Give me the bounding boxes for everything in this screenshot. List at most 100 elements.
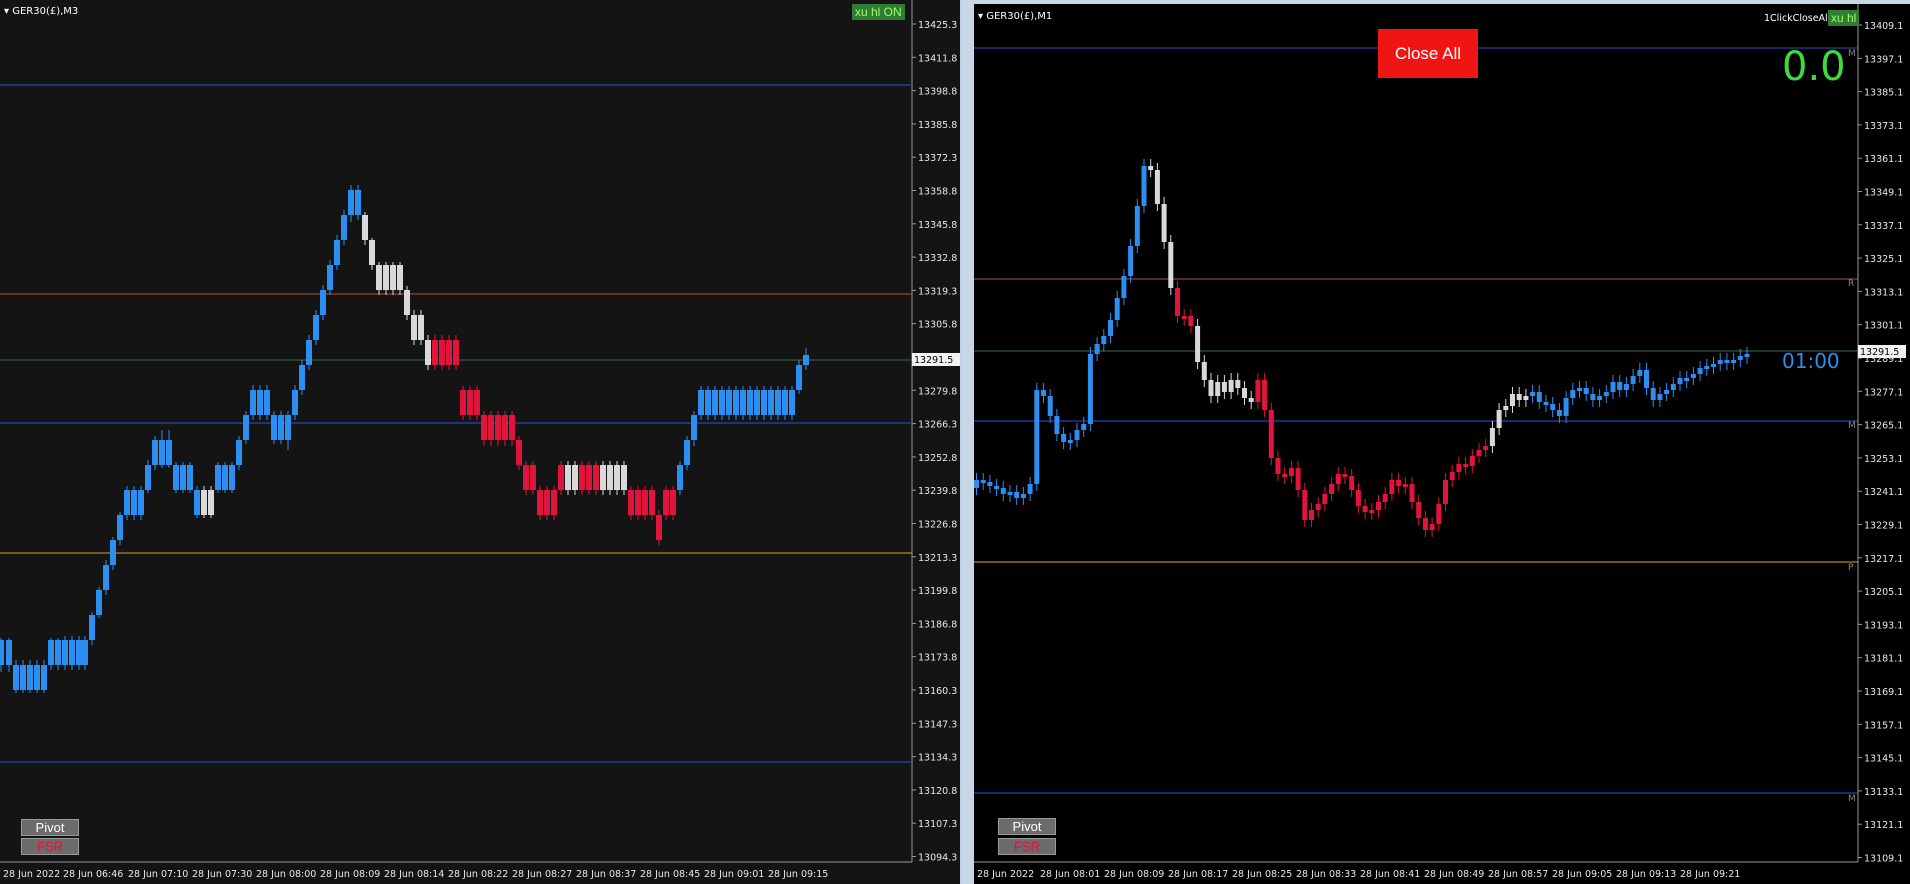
candle-bull: [1610, 382, 1616, 392]
y-tick-label: 13199.8: [918, 586, 957, 597]
candle-bull: [1690, 374, 1696, 378]
candle-bear: [663, 490, 669, 515]
candle-bear: [1275, 458, 1281, 474]
x-tick-label: 28 Jun 08:00: [256, 869, 316, 880]
candle-bull: [1020, 494, 1026, 498]
candle-bull: [292, 390, 298, 415]
candle-neutral: [1154, 170, 1160, 204]
candle-neutral: [376, 265, 382, 290]
y-tick-label: 13252.8: [918, 453, 957, 464]
candle-bull: [754, 390, 760, 415]
candle-neutral: [1489, 428, 1495, 446]
candle-bear: [1422, 518, 1428, 530]
y-tick-label: 13332.8: [918, 253, 957, 264]
one-click-close-all-label: 1ClickCloseAll: [1764, 13, 1830, 24]
candle-bull: [789, 390, 795, 415]
candle-bull: [775, 390, 781, 415]
candle-bull: [1597, 396, 1603, 400]
candle-bear: [1449, 472, 1455, 480]
candle-bear: [1402, 484, 1408, 487]
pivot-button-left[interactable]: Pivot: [21, 819, 79, 836]
y-tick-label: 13266.3: [918, 420, 957, 431]
candle-bear: [1335, 474, 1341, 484]
chart-canvas-right[interactable]: ▾ GER30(£),M1 1ClickCloseAll M R M P M 13409.1 1…: [974, 4, 1910, 884]
candle-bull: [152, 440, 158, 465]
candle-bull: [1074, 430, 1080, 440]
candle-neutral: [600, 465, 606, 490]
plot-area: [0, 0, 912, 862]
candle-bull: [41, 665, 47, 690]
candle-bull: [159, 440, 165, 465]
y-tick-label: 13094.3: [918, 853, 957, 864]
y-tick-label: 13398.8: [918, 87, 957, 98]
candle-bull: [1717, 360, 1723, 364]
candle-bull: [1087, 354, 1093, 424]
chart-window-ger30-m3[interactable]: ▾ GER30(£),M3 13425.3 13411.8 13398.8 13385.…: [0, 0, 960, 884]
candle-bull: [62, 640, 68, 665]
xu-hl-toggle-left[interactable]: xu hl ON: [852, 4, 905, 20]
candle-neutral: [1242, 388, 1247, 398]
xu-hl-toggle-right[interactable]: xu hl: [1828, 10, 1860, 26]
candle-bull: [1684, 378, 1690, 381]
candle-bull: [1128, 246, 1134, 276]
x-tick-label: 28 Jun 06:46: [63, 869, 123, 880]
chart-canvas-left[interactable]: ▾ GER30(£),M3 13425.3 13411.8 13398.8 13385.…: [0, 0, 960, 884]
candle-bear: [1429, 524, 1435, 530]
price-axis: [912, 0, 960, 884]
y-tick-label: 13120.8: [918, 786, 957, 797]
x-tick-label: 28 Jun 07:10: [128, 869, 188, 880]
candle-bull: [1617, 382, 1623, 390]
candle-bear: [460, 390, 466, 415]
candle-bull: [96, 590, 102, 615]
candle-bull: [1637, 370, 1643, 376]
candle-bear: [1322, 494, 1328, 504]
chart-title: ▾ GER30(£),M3: [4, 6, 78, 17]
candle-bull: [691, 415, 697, 440]
x-tick-label: 28 Jun 2022: [977, 869, 1034, 880]
candle-bear: [1255, 380, 1261, 402]
y-tick-label: 13134.3: [918, 753, 957, 764]
candle-neutral: [572, 465, 578, 490]
fsr-button-left[interactable]: FSR: [21, 838, 79, 855]
close-all-button[interactable]: Close All: [1378, 29, 1478, 78]
candle-bull: [1731, 360, 1737, 363]
candle-bear: [530, 465, 536, 490]
y-tick-label: 13358.8: [918, 187, 957, 198]
candle-neutral: [1168, 242, 1174, 288]
candle-neutral: [1248, 398, 1254, 402]
candle-neutral: [397, 265, 403, 290]
chart-window-ger30-m1[interactable]: ▾ GER30(£),M1 1ClickCloseAll M R M P M 13409.1 1…: [974, 4, 1910, 884]
candle-bull: [222, 465, 228, 490]
candle-bull: [34, 665, 40, 690]
candle-bull: [355, 190, 361, 215]
candle-bull: [124, 490, 130, 515]
candle-bear: [488, 415, 494, 440]
y-tick-label: 13319.3: [918, 286, 957, 297]
candle-bull: [103, 565, 109, 590]
candle-bull: [1054, 416, 1060, 434]
candle-bull: [1067, 440, 1073, 443]
candle-bull: [1603, 392, 1609, 396]
candle-neutral: [425, 340, 431, 365]
fsr-button-right[interactable]: FSR: [998, 838, 1056, 855]
y-tick-label: 13373.1: [1864, 121, 1903, 132]
candle-bull: [1000, 488, 1006, 494]
candle-bull: [1041, 390, 1046, 396]
pivot-button-right[interactable]: Pivot: [998, 818, 1056, 835]
candle-bear: [467, 390, 473, 415]
y-tick-label: 13121.1: [1864, 820, 1903, 831]
candle-bull: [1704, 366, 1710, 369]
x-tick-label: 28 Jun 2022: [3, 869, 60, 880]
candle-bull: [1664, 390, 1670, 394]
candle-bear: [432, 340, 438, 365]
candle-neutral: [1221, 382, 1227, 392]
candle-bear: [1309, 510, 1314, 520]
candle-bull: [13, 665, 19, 690]
candle-bear: [446, 340, 452, 365]
candle-bear: [635, 490, 641, 515]
candle-bull: [215, 465, 221, 490]
candle-bull: [173, 465, 179, 490]
candle-neutral: [621, 465, 627, 490]
candle-neutral: [607, 465, 613, 490]
candle-bear: [670, 490, 676, 515]
